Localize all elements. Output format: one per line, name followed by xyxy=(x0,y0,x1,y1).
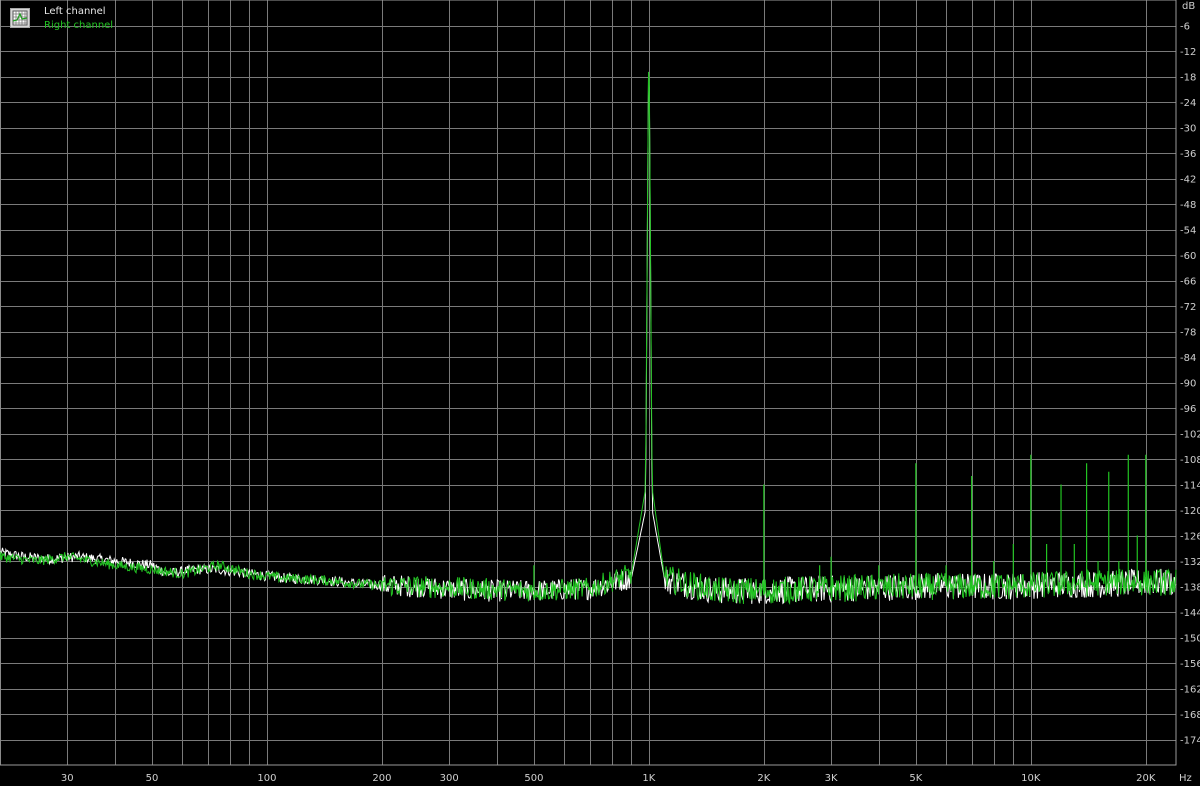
y-tick-label: -18 xyxy=(1180,73,1196,84)
chart-grid-icon[interactable] xyxy=(10,8,30,28)
y-tick-label: -162 xyxy=(1180,685,1200,696)
y-tick-label: -48 xyxy=(1180,200,1196,211)
y-tick-label: -60 xyxy=(1180,251,1196,262)
y-tick-label: -102 xyxy=(1180,430,1200,441)
x-tick-label: 5K xyxy=(909,773,922,784)
y-unit-label: dB xyxy=(1182,1,1195,12)
series-line-left xyxy=(0,78,1177,605)
y-tick-label: -174 xyxy=(1180,736,1200,747)
y-tick-label: -36 xyxy=(1180,149,1196,160)
series-line-right xyxy=(0,71,1177,605)
y-tick-label: -54 xyxy=(1180,226,1196,237)
y-tick-label: -96 xyxy=(1180,404,1196,415)
x-tick-label: 30 xyxy=(61,773,74,784)
y-tick-label: -24 xyxy=(1180,98,1196,109)
y-tick-label: -132 xyxy=(1180,557,1200,568)
x-unit-label: Hz xyxy=(1179,773,1192,784)
x-tick-label: 100 xyxy=(257,773,276,784)
y-tick-label: -156 xyxy=(1180,659,1200,670)
y-tick-label: -30 xyxy=(1180,124,1196,135)
y-tick-label: -138 xyxy=(1180,583,1200,594)
x-tick-label: 10K xyxy=(1021,773,1041,784)
y-tick-label: -78 xyxy=(1180,328,1196,339)
x-tick-label: 1K xyxy=(642,773,655,784)
x-tick-label: 20K xyxy=(1136,773,1156,784)
grid xyxy=(0,0,1176,765)
x-tick-label: 2K xyxy=(757,773,770,784)
x-tick-label: 3K xyxy=(825,773,838,784)
x-tick-label: 200 xyxy=(372,773,391,784)
y-tick-label: -168 xyxy=(1180,710,1200,721)
y-tick-label: -114 xyxy=(1180,481,1200,492)
y-tick-label: -72 xyxy=(1180,302,1196,313)
y-tick-label: -42 xyxy=(1180,175,1196,186)
legend-left-channel: Left channel xyxy=(44,6,106,17)
x-tick-label: 50 xyxy=(146,773,159,784)
x-tick-labels: 30 50 100 200 300 500 1K 2K 3K 5K 10K 20K xyxy=(61,773,1156,784)
y-tick-label: -144 xyxy=(1180,608,1200,619)
y-tick-label: -108 xyxy=(1180,455,1200,466)
spectrum-chart: -6 -12 -18 -24 -30 -36 -42 -48 -54 -60 -66 -72 -78 -8… xyxy=(0,0,1200,784)
y-tick-label: -120 xyxy=(1180,506,1200,517)
x-tick-label: 500 xyxy=(524,773,543,784)
legend-right-channel: Right channel xyxy=(44,20,114,31)
y-tick-label: -66 xyxy=(1180,277,1196,288)
plot-border xyxy=(0,0,1177,766)
x-tick-label: 300 xyxy=(440,773,459,784)
y-tick-label: -150 xyxy=(1180,634,1200,645)
y-tick-label: -90 xyxy=(1180,379,1196,390)
y-tick-label: -84 xyxy=(1180,353,1196,364)
y-tick-label: -6 xyxy=(1180,22,1190,33)
y-tick-label: -12 xyxy=(1180,47,1196,58)
y-tick-label: -126 xyxy=(1180,532,1200,543)
y-tick-labels: -6 -12 -18 -24 -30 -36 -42 -48 -54 -60 -66 -72 -78 -8… xyxy=(1180,22,1200,747)
series-layer xyxy=(0,71,1177,605)
